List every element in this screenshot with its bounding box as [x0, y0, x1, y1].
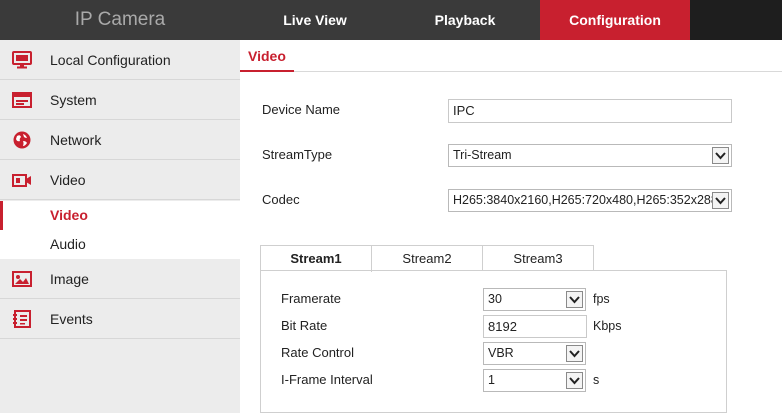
top-bar: IP Camera Live View Playback Configurati… [0, 0, 782, 40]
sidebar-item-video[interactable]: Video [0, 160, 240, 200]
sidebar-item-local-configuration[interactable]: Local Configuration [0, 40, 240, 80]
sidebar-item-image[interactable]: Image [0, 259, 240, 299]
bitrate-input[interactable]: 8192 [483, 315, 587, 338]
video-camera-icon [12, 171, 32, 189]
stream-type-value: Tri-Stream [453, 148, 512, 162]
monitor-icon [12, 51, 32, 69]
sidebar-subitem-label: Video [50, 207, 88, 223]
stream-type-select[interactable]: Tri-Stream [448, 144, 732, 167]
tab-playback[interactable]: Playback [390, 0, 540, 40]
rate-control-label: Rate Control [281, 345, 354, 360]
sidebar-item-network[interactable]: Network [0, 120, 240, 160]
tab-stream1[interactable]: Stream1 [260, 245, 372, 272]
sidebar-subitem-label: Audio [50, 236, 86, 252]
tab-configuration[interactable]: Configuration [540, 0, 690, 40]
sidebar-item-label: Local Configuration [50, 52, 171, 68]
bitrate-unit: Kbps [593, 319, 622, 333]
events-icon [12, 310, 32, 328]
tab-stream3[interactable]: Stream3 [482, 245, 594, 271]
device-name-label: Device Name [262, 102, 341, 117]
sidebar-item-label: Events [50, 311, 93, 327]
section-title: Video [240, 40, 294, 72]
chevron-down-icon[interactable] [566, 345, 583, 362]
system-icon [12, 91, 32, 109]
codec-value: H265:3840x2160,H265:720x480,H265:352x288 [453, 193, 718, 207]
iframe-interval-unit: s [593, 373, 600, 387]
top-bar-right-area [690, 0, 782, 40]
codec-label: Codec [262, 192, 300, 207]
sidebar-subitem-video[interactable]: Video [0, 201, 240, 230]
app-brand: IP Camera [74, 9, 166, 30]
bitrate-label: Bit Rate [281, 318, 328, 333]
iframe-interval-value: 1 [488, 373, 495, 387]
framerate-unit: fps [593, 292, 610, 306]
iframe-interval-select[interactable]: 1 [483, 369, 586, 392]
sidebar-item-events[interactable]: Events [0, 299, 240, 339]
globe-icon [12, 131, 32, 149]
sidebar-item-label: Image [50, 271, 89, 287]
chevron-down-icon[interactable] [566, 372, 583, 389]
framerate-select[interactable]: 30 [483, 288, 586, 311]
rate-control-select[interactable]: VBR [483, 342, 586, 365]
framerate-label: Framerate [281, 291, 341, 306]
tab-stream2[interactable]: Stream2 [371, 245, 483, 271]
sidebar-item-label: Network [50, 132, 102, 148]
tab-live-view[interactable]: Live View [240, 0, 390, 40]
chevron-down-icon[interactable] [712, 192, 729, 209]
sidebar-item-label: System [50, 92, 97, 108]
image-icon [12, 270, 32, 288]
codec-select[interactable]: H265:3840x2160,H265:720x480,H265:352x288 [448, 189, 732, 212]
iframe-interval-label: I-Frame Interval [281, 372, 373, 387]
device-name-input[interactable]: IPC [448, 99, 732, 123]
sidebar-item-label: Video [50, 172, 86, 188]
chevron-down-icon[interactable] [566, 291, 583, 308]
rate-control-value: VBR [488, 346, 514, 360]
sidebar-subitem-audio[interactable]: Audio [0, 230, 240, 259]
sidebar-item-system[interactable]: System [0, 80, 240, 120]
stream-type-label: StreamType [262, 147, 333, 162]
framerate-value: 30 [488, 292, 502, 306]
sidebar: Local Configuration System Network Video… [0, 40, 240, 413]
section-header: Video [240, 40, 782, 72]
chevron-down-icon[interactable] [712, 147, 729, 164]
